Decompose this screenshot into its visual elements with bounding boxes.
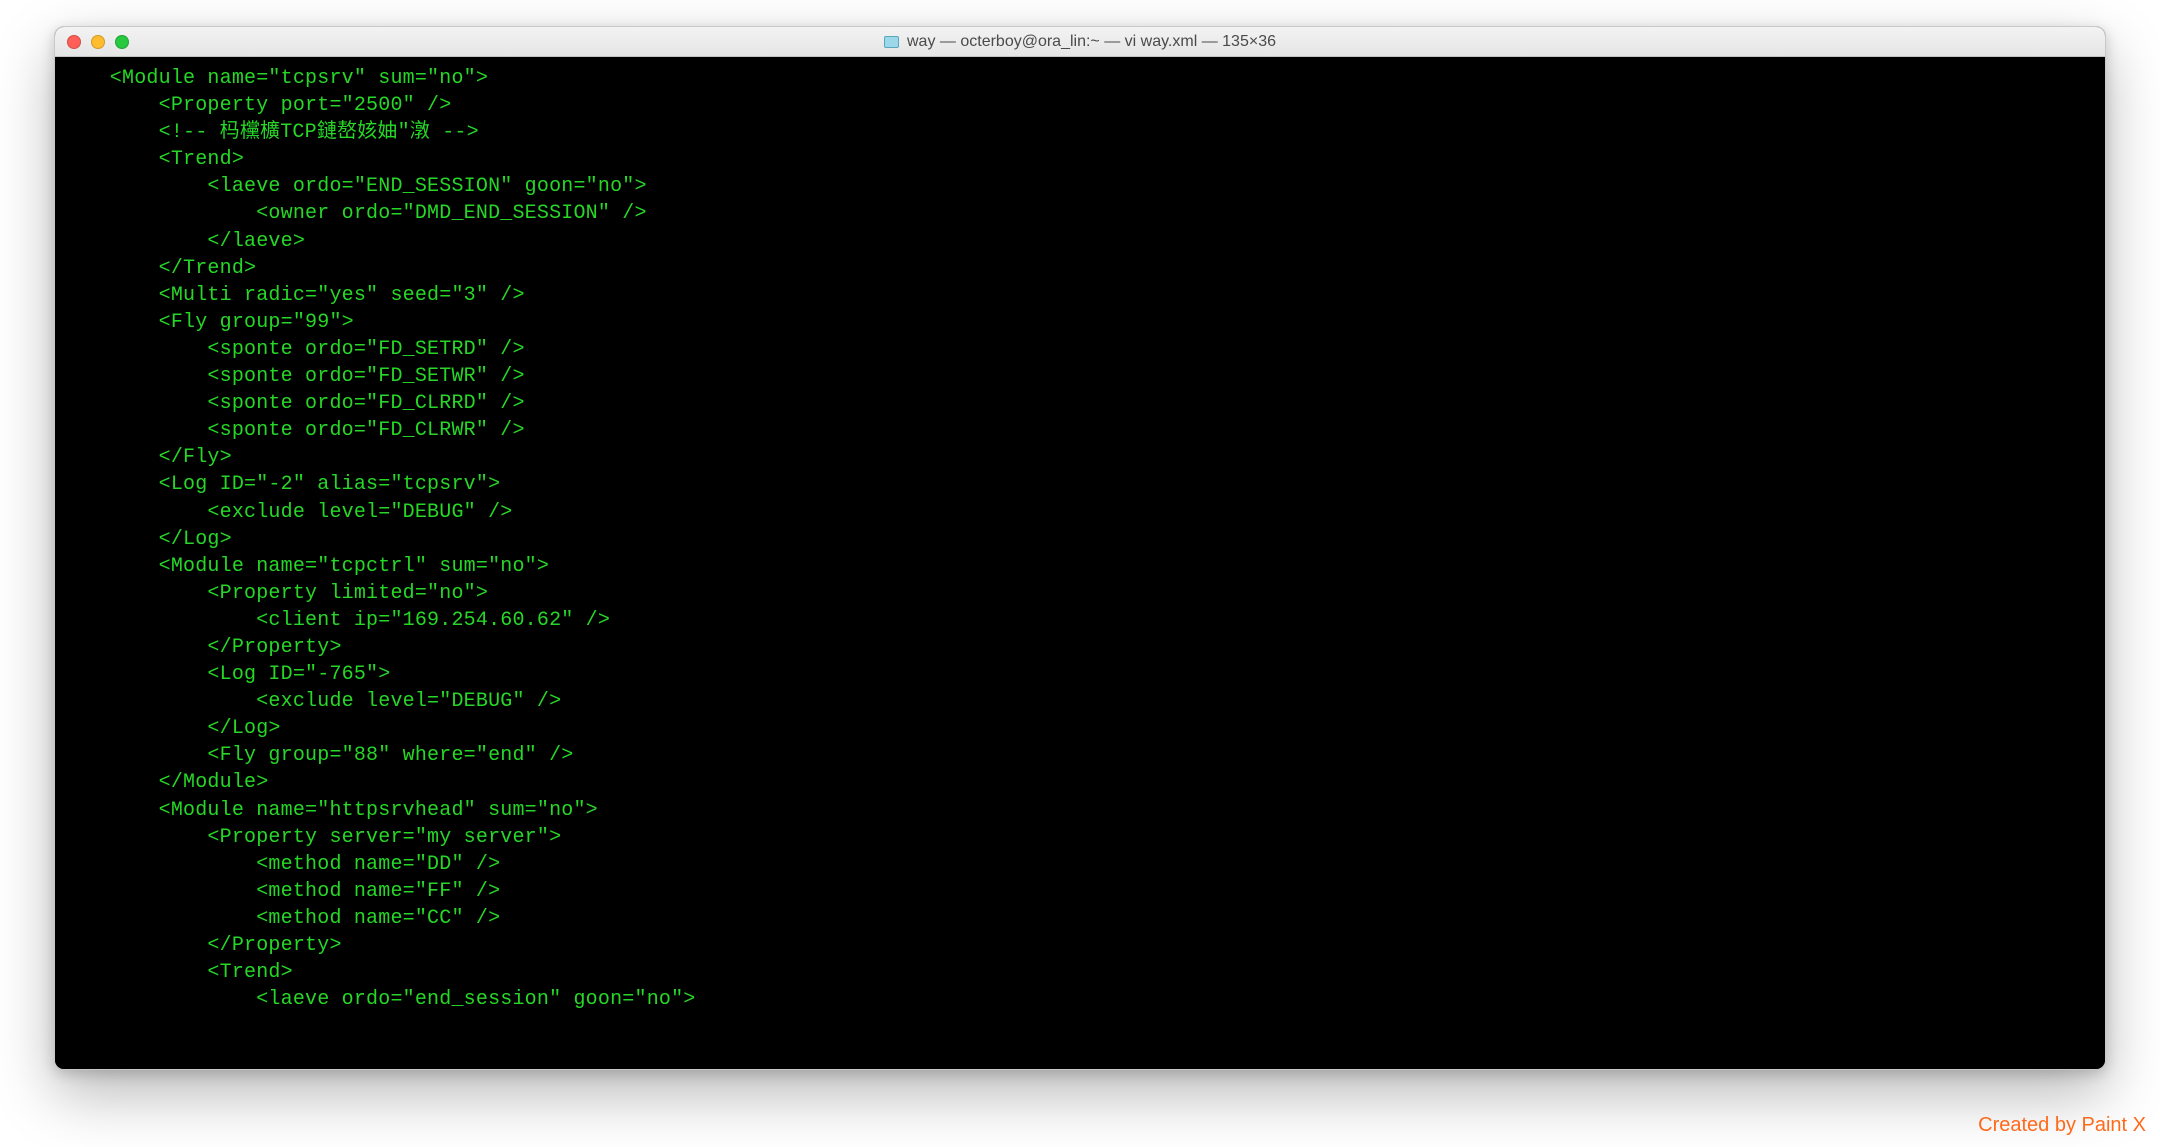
watermark: Created by Paint X xyxy=(1978,1114,2146,1137)
zoom-icon[interactable] xyxy=(115,35,129,49)
close-icon[interactable] xyxy=(67,35,81,49)
title-wrap: way — octerboy@ora_lin:~ — vi way.xml — … xyxy=(55,33,2105,51)
folder-icon xyxy=(884,36,899,48)
window-title: way — octerboy@ora_lin:~ — vi way.xml — … xyxy=(907,33,1276,51)
terminal-body[interactable]: <Module name="tcpsrv" sum="no"> <Propert… xyxy=(55,57,2105,1069)
terminal-window: way — octerboy@ora_lin:~ — vi way.xml — … xyxy=(54,26,2106,1070)
terminal-content[interactable]: <Module name="tcpsrv" sum="no"> <Propert… xyxy=(61,65,2099,1013)
minimize-icon[interactable] xyxy=(91,35,105,49)
window-controls xyxy=(67,35,129,49)
titlebar[interactable]: way — octerboy@ora_lin:~ — vi way.xml — … xyxy=(55,27,2105,57)
